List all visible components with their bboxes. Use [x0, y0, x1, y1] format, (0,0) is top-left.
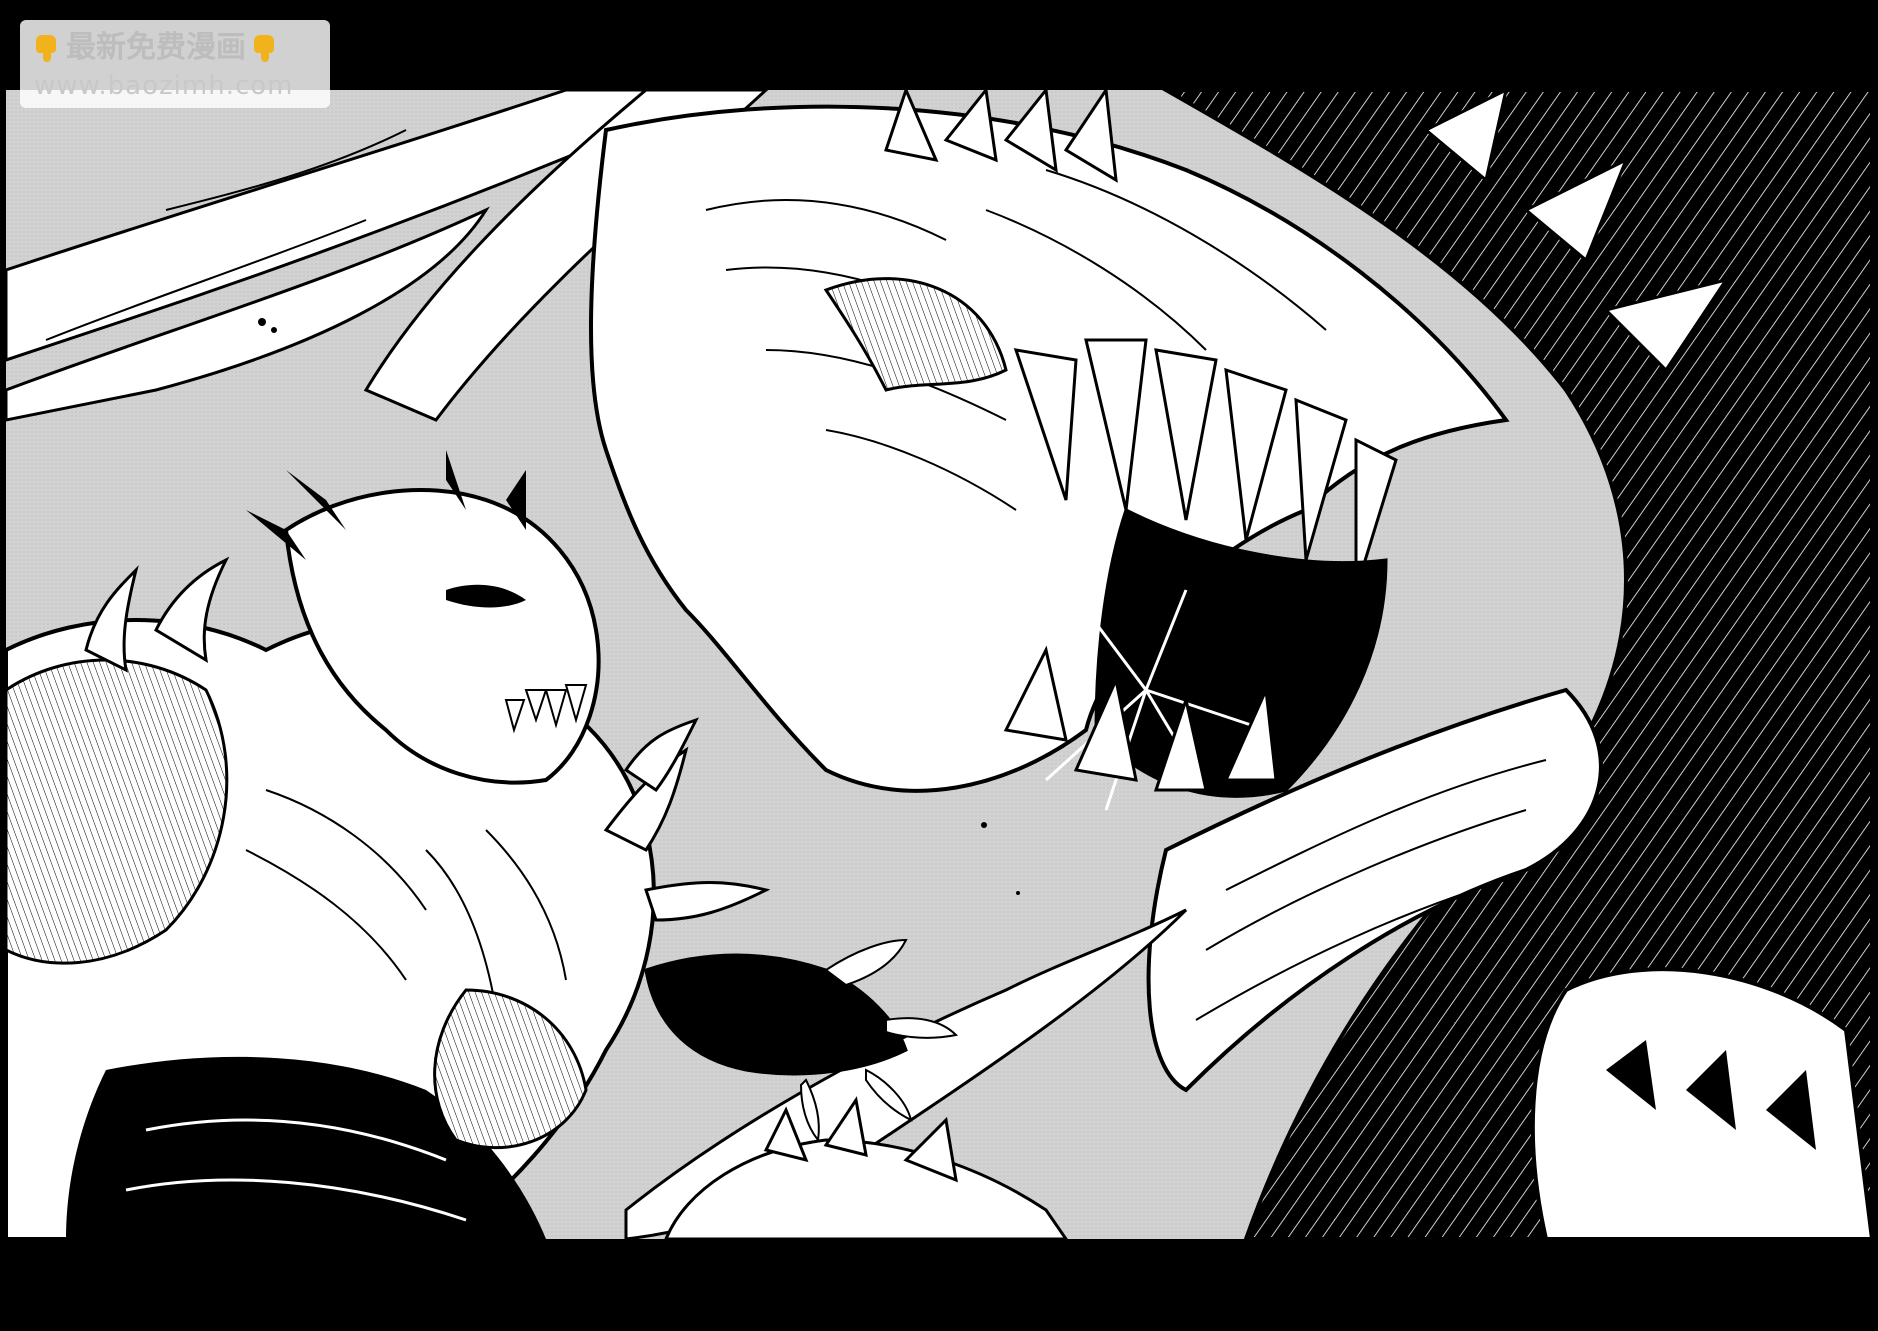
manga-page: 最新免费漫画 www.baozimh.com: [0, 0, 1878, 1331]
site-watermark[interactable]: 最新免费漫画 www.baozimh.com: [20, 20, 330, 108]
pointing-down-hand-icon: [34, 33, 60, 63]
pointing-down-hand-icon: [252, 33, 278, 63]
bottom-letterbox: [0, 1239, 1878, 1331]
battle-illustration: [6, 90, 1872, 1239]
watermark-title: 最新免费漫画: [66, 30, 246, 65]
watermark-title-row: 最新免费漫画: [34, 28, 316, 68]
watermark-url: www.baozimh.com: [34, 71, 294, 101]
manga-panel: [6, 90, 1872, 1239]
